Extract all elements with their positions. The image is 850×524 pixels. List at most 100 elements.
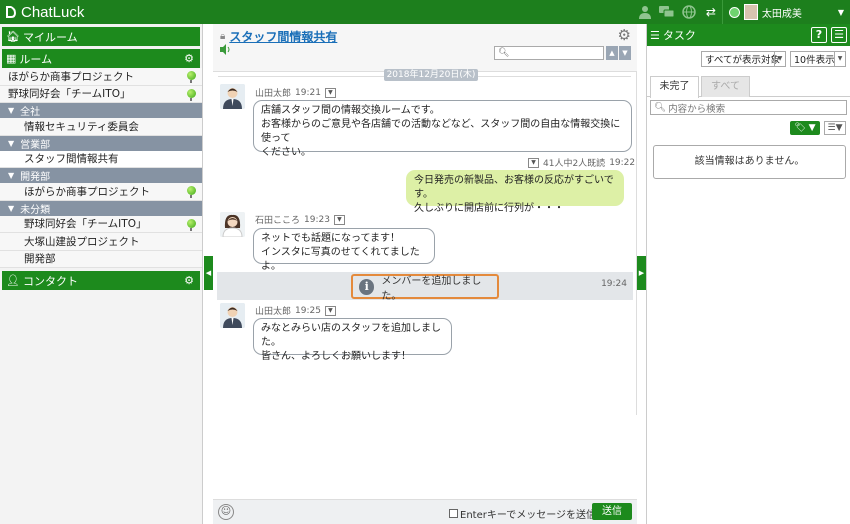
- filter-select[interactable]: すべてが表示対象 ▼: [701, 51, 786, 67]
- message-menu-icon[interactable]: ▼: [333, 214, 345, 225]
- filter-select-value: すべてが表示対象: [705, 55, 780, 66]
- read-receipt: 41人中2人既読: [543, 159, 606, 169]
- avatar-ishida[interactable]: [220, 212, 245, 237]
- online-indicator-icon: [187, 186, 196, 198]
- task-list-icon: ☰: [650, 28, 660, 42]
- arrow-left-icon: ◀: [205, 269, 212, 277]
- message-bubble: 店舗スタッフ間の情報交換ルームです。 お客様からのご意見や各店舗での活動などなど…: [253, 100, 632, 158]
- room-search-input[interactable]: 🔍︎: [494, 46, 604, 60]
- date-divider: 2018年12月20日(木): [218, 69, 631, 81]
- search-prev-button[interactable]: ▲: [606, 46, 618, 60]
- section-header[interactable]: ▼ 全社: [0, 103, 202, 118]
- globe-icon[interactable]: [678, 0, 700, 24]
- top-bar: ChatLuck ⇄ 太田成美 ▼: [0, 0, 850, 24]
- count-select[interactable]: 10件表示 ▼: [790, 51, 846, 67]
- task-panel-header: ☰ タスク ? ☰: [647, 24, 850, 46]
- send-button[interactable]: 送信: [592, 503, 632, 520]
- arrow-right-icon: ▶: [638, 269, 645, 277]
- message-input[interactable]: [213, 415, 637, 499]
- message-menu-icon[interactable]: ▼: [324, 305, 336, 316]
- gear-icon[interactable]: ⚙: [184, 274, 194, 287]
- collapse-left-tab[interactable]: ◀: [204, 256, 213, 290]
- user-avatar: [743, 4, 758, 20]
- enter-to-send-label: Enterキーでメッセージを送信: [460, 510, 597, 521]
- section-header[interactable]: ▼ 営業部: [0, 135, 202, 151]
- message-meta: 山田太郎 19:25 ▼: [255, 304, 336, 317]
- tag-icon: 🏷︎ ▼: [794, 123, 816, 133]
- chat-panel: 🔒︎ スタッフ間情報共有 ⚙ 🔍︎ ▲ ▼ 2018年12月20日(木) 山田太…: [213, 24, 637, 524]
- switch-arrows-icon[interactable]: ⇄: [700, 0, 722, 24]
- menu-list-button[interactable]: ☰: [831, 27, 847, 43]
- user-name: 太田成美: [761, 8, 802, 20]
- sidebar-room-item[interactable]: 野球同好会「チームITO」: [0, 85, 202, 103]
- online-indicator-icon: [187, 218, 196, 231]
- message-bubble: みなとみらい店のスタッフを追加しました。 皆さん、よろしくお願いします！: [253, 318, 452, 362]
- person-icon[interactable]: [634, 0, 656, 24]
- room-title[interactable]: スタッフ間情報共有: [229, 28, 337, 45]
- sender-name: 山田太郎: [255, 307, 292, 317]
- message-time: 19:25: [295, 305, 321, 316]
- message-time: 19:22: [609, 157, 636, 168]
- gear-icon[interactable]: ⚙: [184, 52, 194, 65]
- search-next-button[interactable]: ▼: [619, 46, 631, 60]
- lock-icon: 🔒︎: [220, 31, 226, 42]
- section-header[interactable]: ▼ 未分類: [0, 200, 202, 216]
- user-menu[interactable]: 太田成美 ▼: [721, 0, 850, 24]
- sidebar-room-item[interactable]: 大塚山建設プロジェクト: [0, 233, 202, 251]
- message-list[interactable]: 2018年12月20日(木) 山田太郎 19:21 ▼ 店舗スタッフ間の情報交換…: [213, 69, 637, 440]
- sidebar-room-item[interactable]: 野球同好会「チームITO」: [0, 215, 202, 233]
- sidebar-room-item[interactable]: 開発部: [0, 250, 202, 268]
- arrow-up-icon: ▲: [609, 49, 615, 57]
- task-search-input[interactable]: 🔍︎ 内容から検索: [650, 100, 847, 115]
- sidebar-room-item[interactable]: ほがらか商事プロジェクト: [0, 183, 202, 201]
- empty-state: 該当情報はありません。: [653, 145, 846, 179]
- avatar-yamada[interactable]: [220, 303, 245, 328]
- myroom-header[interactable]: 🏠︎ マイルーム: [2, 27, 200, 46]
- info-icon: i: [359, 278, 375, 295]
- online-indicator-icon: [187, 71, 196, 83]
- message-meta: 石田こころ 19:23 ▼: [255, 213, 345, 226]
- myroom-label: マイルーム: [22, 30, 78, 44]
- section-header[interactable]: ▼ 開発部: [0, 168, 202, 183]
- room-header[interactable]: ▦ ルーム ⚙: [2, 49, 200, 68]
- tag-filter-button[interactable]: 🏷︎ ▼: [790, 121, 820, 135]
- system-message-time: 19:24: [601, 279, 627, 289]
- message-meta: 山田太郎 19:21 ▼: [255, 86, 336, 99]
- contact-header[interactable]: 👤︎ コンタクト ⚙: [2, 271, 200, 290]
- task-search-placeholder: 内容から検索: [668, 103, 726, 115]
- chatluck-logo-icon: [6, 6, 16, 18]
- room-label: ルーム: [19, 52, 53, 66]
- sidebar-room-item[interactable]: 情報セキュリティ委員会: [0, 118, 202, 136]
- avatar-yamada[interactable]: [220, 84, 245, 109]
- enter-to-send-checkbox[interactable]: Enterキーでメッセージを送信: [449, 506, 596, 521]
- room-header-bar: 🔒︎ スタッフ間情報共有 ⚙ 🔍︎ ▲ ▼: [213, 24, 637, 72]
- help-button[interactable]: ?: [811, 27, 827, 43]
- contact-label: コンタクト: [22, 274, 78, 288]
- online-indicator-icon: [187, 88, 196, 101]
- date-label: 2018年12月20日(木): [384, 69, 478, 81]
- message-menu-icon[interactable]: ▼: [324, 87, 336, 98]
- left-sidebar: 🏠︎ マイルーム ▦ ルーム ⚙ ほがらか商事プロジェクト 野球同好会「チームI…: [0, 24, 203, 524]
- task-panel: ☰ タスク ? ☰ すべてが表示対象 ▼ 10件表示 ▼ 未完了 すべて 🔍︎ 内容…: [646, 24, 850, 524]
- room-settings-gear-icon[interactable]: ⚙: [618, 26, 631, 44]
- emoji-icon[interactable]: ☺: [218, 504, 234, 520]
- message-time: 19:21: [295, 87, 321, 98]
- sidebar-room-item[interactable]: ほがらか商事プロジェクト: [0, 68, 202, 86]
- collapse-right-tab[interactable]: ▶: [637, 256, 646, 290]
- room-title-row: 🔒︎ スタッフ間情報共有: [220, 28, 337, 45]
- list-view-button[interactable]: ☰▼: [824, 121, 846, 135]
- message-menu-icon[interactable]: ▼: [528, 157, 539, 168]
- tab-all[interactable]: すべて: [701, 76, 750, 97]
- chevron-down-icon: ▼: [774, 52, 785, 66]
- tab-incomplete[interactable]: 未完了: [650, 76, 699, 98]
- speaker-icon[interactable]: [220, 44, 232, 58]
- list-icon: ☰▼: [827, 123, 843, 133]
- chevron-down-icon: ▼: [837, 7, 844, 17]
- chat-bubbles-icon[interactable]: [656, 0, 678, 24]
- sidebar-room-item-selected[interactable]: スタッフ間情報共有: [0, 150, 202, 168]
- task-panel-title: タスク: [662, 29, 696, 42]
- top-icons: ⇄ 太田成美 ▼: [634, 0, 850, 24]
- chevron-down-icon: ▼: [834, 52, 845, 66]
- app-logo[interactable]: ChatLuck: [5, 4, 84, 21]
- triangle-down-icon: ▼: [8, 203, 15, 213]
